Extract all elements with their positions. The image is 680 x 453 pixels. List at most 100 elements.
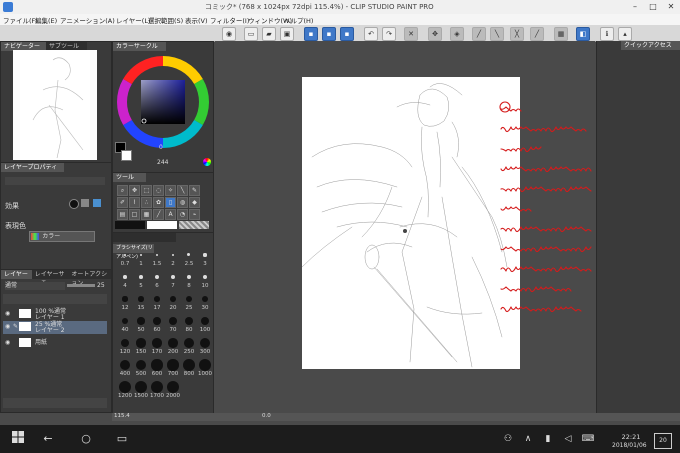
menu-selection[interactable]: 選択範囲(S) <box>148 15 183 25</box>
brush-size-dot[interactable] <box>154 274 160 280</box>
brush-size-dot[interactable] <box>135 381 147 393</box>
fill-icon[interactable]: ◈ <box>450 27 464 41</box>
fill-tool-icon[interactable]: ◆ <box>189 197 200 208</box>
clock-date[interactable]: 2018/01/06 <box>612 442 647 449</box>
color-mode-icon[interactable] <box>203 158 211 166</box>
eraser-tool-icon[interactable]: ▯ <box>165 197 176 208</box>
visibility-eye-icon[interactable]: ◉ <box>5 337 10 348</box>
menu-filter[interactable]: フィルター(I) <box>210 15 249 25</box>
pen-tool-icon[interactable]: ✎ <box>189 185 200 196</box>
task-view-icon[interactable]: ▭ <box>114 431 130 447</box>
brush-size-dot[interactable] <box>200 316 210 326</box>
select-tool-icon[interactable]: ⬚ <box>141 185 152 196</box>
hue-ring[interactable] <box>117 56 209 148</box>
menu-file[interactable]: ファイル(F) <box>3 15 38 25</box>
brush-tool-icon[interactable]: ⌇ <box>129 197 140 208</box>
brush-size-dot[interactable] <box>120 338 130 348</box>
clip-studio-icon[interactable]: ◉ <box>222 27 236 41</box>
brush-size-dot[interactable] <box>121 317 129 325</box>
tab-tools[interactable]: ツール <box>113 173 146 182</box>
people-icon[interactable]: ⚇ <box>500 431 516 447</box>
tab-layer-property[interactable]: レイヤープロパティ <box>1 163 64 172</box>
brush-size-dot[interactable] <box>184 316 193 325</box>
notification-icon[interactable]: 20 <box>654 433 672 449</box>
text-tool-icon[interactable]: A <box>165 209 176 220</box>
clear-icon[interactable]: ✕ <box>404 27 418 41</box>
tool-color-white[interactable] <box>147 221 177 229</box>
menu-edit[interactable]: 編集(E) <box>35 15 57 25</box>
back-arrow-icon[interactable]: ← <box>40 431 56 447</box>
undo-icon[interactable]: ↶ <box>364 27 378 41</box>
snap-icon-3[interactable]: ╳ <box>510 27 524 41</box>
brush-size-dot[interactable] <box>136 338 146 348</box>
blend-mode-select[interactable]: 通常 <box>5 282 65 290</box>
brush-size-dot[interactable] <box>119 381 131 393</box>
user-icon[interactable]: ▴ <box>618 27 632 41</box>
tool-color-black[interactable] <box>115 221 145 229</box>
tab-layer-search[interactable]: レイヤーサーチ <box>31 270 69 287</box>
wand-tool-icon[interactable]: ✧ <box>165 185 176 196</box>
tab-subtool-detail[interactable] <box>113 233 176 242</box>
lasso-tool-icon[interactable]: ◌ <box>153 185 164 196</box>
navigator-thumbnail[interactable] <box>13 50 97 160</box>
brush-size-dot[interactable] <box>171 253 175 257</box>
transform-icon[interactable]: ✥ <box>428 27 442 41</box>
brush-size-dot[interactable] <box>167 359 179 371</box>
tab-color-wheel[interactable]: カラーサークル <box>113 42 166 51</box>
brush-size-dot[interactable] <box>183 359 195 371</box>
brush-size-dot[interactable] <box>124 254 126 256</box>
decoration-tool-icon[interactable]: ✿ <box>153 197 164 208</box>
menu-help[interactable]: ヘルプ(H) <box>284 15 313 25</box>
brush-size-dot[interactable] <box>139 253 143 257</box>
ruler-icon[interactable]: ╱ <box>530 27 544 41</box>
brush-size-dot[interactable] <box>119 359 131 371</box>
brush-size-dot[interactable] <box>154 296 160 302</box>
ruler-snap-icon[interactable]: ▦ <box>554 27 568 41</box>
keyboard-icon[interactable]: ⌨ <box>580 431 596 447</box>
network-icon[interactable]: ▮ <box>540 431 556 447</box>
brush-size-dot[interactable] <box>201 295 209 303</box>
guide-icon[interactable]: ◧ <box>576 27 590 41</box>
brush-size-dot[interactable] <box>199 337 211 349</box>
snap-icon-1[interactable]: ╱ <box>472 27 486 41</box>
volume-icon[interactable]: ◁ <box>560 431 576 447</box>
frame-tool-icon[interactable]: ▦ <box>141 209 152 220</box>
menu-layer[interactable]: レイヤー(L) <box>116 15 151 25</box>
tab-auto-action[interactable]: オートアクション <box>68 270 111 287</box>
open-file-icon[interactable]: ▰ <box>262 27 276 41</box>
pencil-tool-icon[interactable]: ✐ <box>117 197 128 208</box>
minimize-button[interactable]: – <box>626 0 644 14</box>
clock-time[interactable]: 22:21 <box>616 433 646 441</box>
up-chevron-icon[interactable]: ∧ <box>520 431 536 447</box>
zoom-tool-icon[interactable]: ⌕ <box>117 185 128 196</box>
correct-line-tool-icon[interactable]: ⌁ <box>189 209 200 220</box>
brush-size-dot[interactable] <box>184 338 194 348</box>
brush-size-dot[interactable] <box>170 274 176 280</box>
maximize-button[interactable]: □ <box>644 0 662 14</box>
effect-color-icon[interactable] <box>93 199 101 207</box>
export-icon-3[interactable]: ▪ <box>340 27 354 41</box>
ruler-tool-icon[interactable]: ╱ <box>153 209 164 220</box>
save-icon[interactable]: ▣ <box>280 27 294 41</box>
visibility-eye-icon[interactable]: ◉ <box>5 308 10 319</box>
windows-start-icon[interactable] <box>10 431 26 447</box>
brush-size-dot[interactable] <box>122 296 128 302</box>
menu-animation[interactable]: アニメーション(A) <box>60 15 115 25</box>
snap-icon-2[interactable]: ╲ <box>490 27 504 41</box>
figure-tool-icon[interactable]: □ <box>129 209 140 220</box>
brush-size-dot[interactable] <box>137 317 145 325</box>
canvas-area[interactable]: ①ラフ雰囲気が掴めればごちゃくても問題はないですらくがきとか思いつきで描くもの時… <box>215 41 595 413</box>
export-icon-1[interactable]: ▪ <box>304 27 318 41</box>
close-button[interactable]: ✕ <box>662 0 680 14</box>
info-icon[interactable]: ℹ <box>600 27 614 41</box>
brush-size-dot[interactable] <box>199 359 211 371</box>
brush-size-dot[interactable] <box>186 274 192 280</box>
export-icon-2[interactable]: ▪ <box>322 27 336 41</box>
balloon-tool-icon[interactable]: ◔ <box>177 209 188 220</box>
home-circle-icon[interactable]: ○ <box>78 431 94 447</box>
brush-size-dot[interactable] <box>167 381 179 393</box>
layer-row[interactable]: ◉ 用紙 <box>3 337 107 348</box>
brush-size-dot[interactable] <box>151 359 163 371</box>
move-tool-icon[interactable]: ✥ <box>129 185 140 196</box>
canvas-paper[interactable] <box>301 77 520 369</box>
